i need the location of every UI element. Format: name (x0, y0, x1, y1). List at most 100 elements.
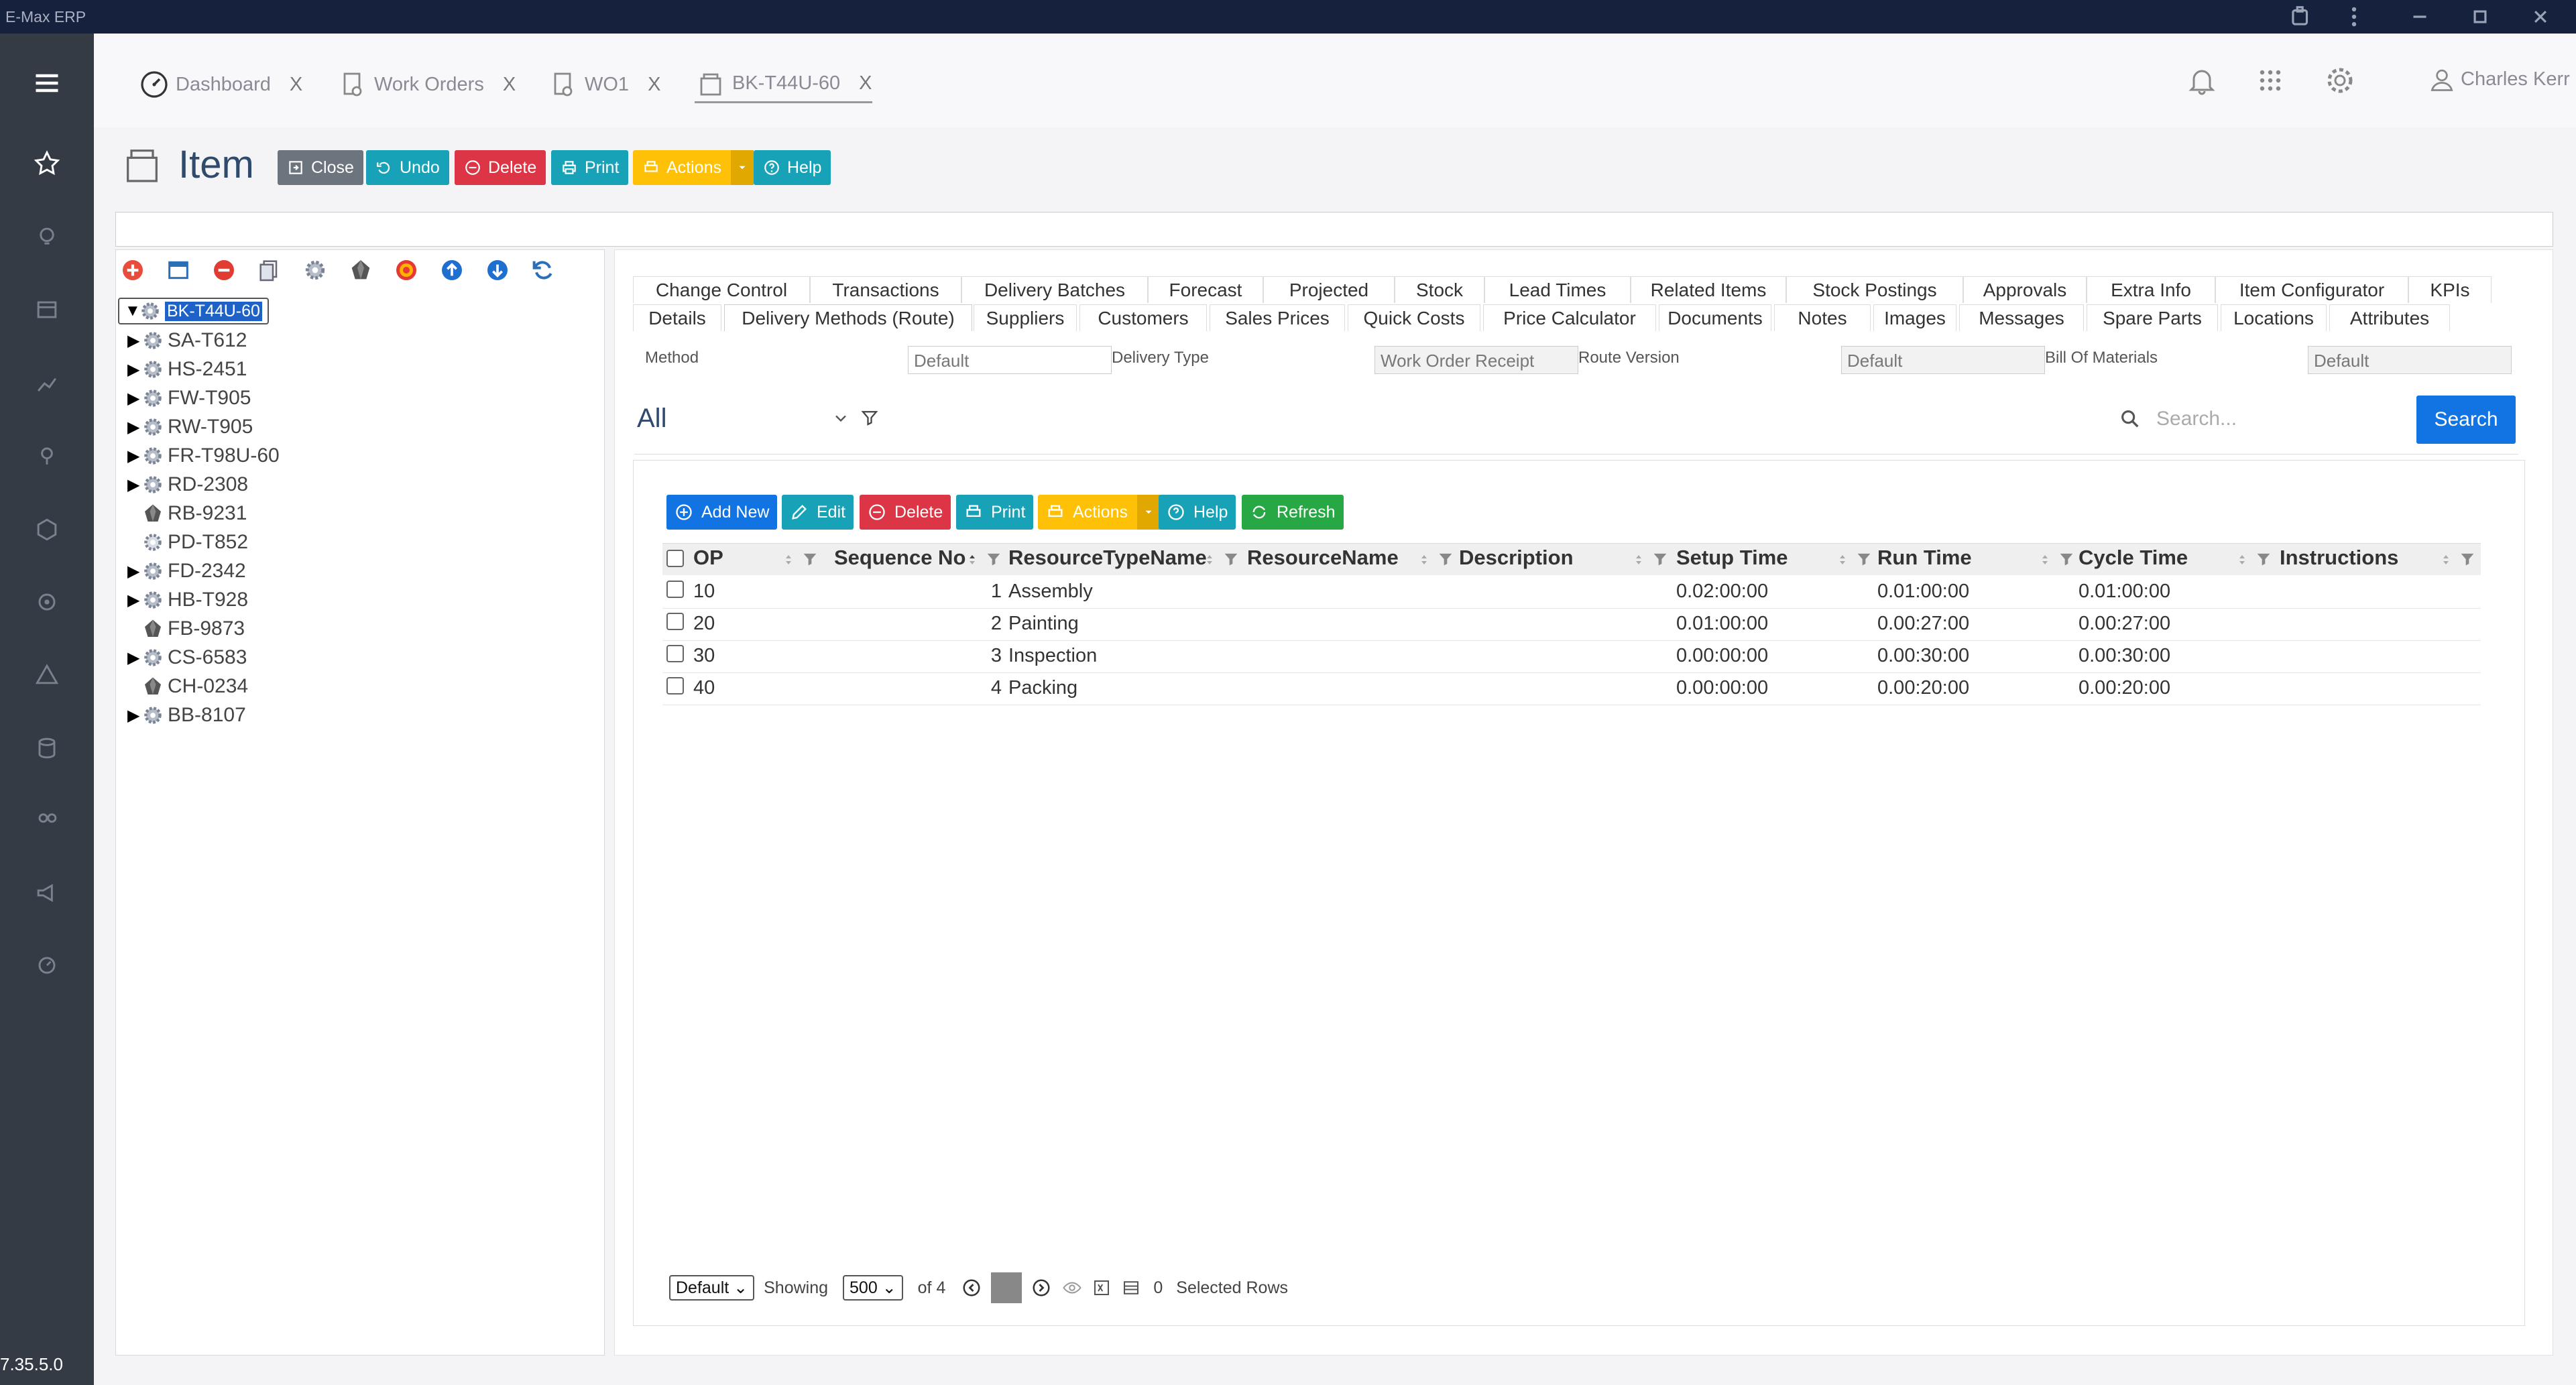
tree-node-item[interactable]: ▶ CS-6583 (127, 644, 247, 671)
detail-tab-delivery-batches[interactable]: Delivery Batches (961, 276, 1148, 303)
close-button[interactable]: Close (278, 150, 363, 185)
actions-button[interactable]: Actions (633, 150, 754, 185)
detail-tab-transactions[interactable]: Transactions (810, 276, 961, 303)
detail-tab-approvals[interactable]: Approvals (1963, 276, 2087, 303)
apps-grid-icon[interactable] (2254, 64, 2286, 97)
table-row[interactable] (662, 609, 2481, 641)
column-header-description[interactable]: Description (1459, 546, 1574, 570)
tree-node-item[interactable]: ▶ RD-2308 (127, 471, 248, 498)
detail-tab-extra-info[interactable]: Extra Info (2087, 276, 2215, 303)
detail-tab-images[interactable]: Images (1873, 304, 1956, 331)
tree-node-item[interactable]: ▶ HB-T928 (127, 587, 248, 613)
refresh-button[interactable]: Refresh (1242, 495, 1344, 530)
tab-bk-t44u-60[interactable]: BK-T44U-60 X (695, 66, 872, 103)
column-header-run-time[interactable]: Run Time (1877, 546, 1972, 570)
collapse-triangle-icon[interactable]: ▼ (125, 302, 141, 320)
people-icon[interactable] (32, 806, 62, 835)
filter-funnel-icon[interactable] (860, 408, 880, 428)
tree-node-item[interactable]: ▶ SA-T612 (127, 327, 247, 354)
help-button[interactable]: Help (754, 150, 831, 185)
tree-node-item[interactable]: RB-9231 (127, 500, 247, 527)
tree-node-item[interactable]: ▶ HS-2451 (127, 356, 247, 383)
chart-icon[interactable] (32, 369, 62, 398)
column-header-sequence-no[interactable]: Sequence No (834, 546, 965, 570)
bulb-icon[interactable] (32, 223, 62, 252)
gauge-icon[interactable] (32, 951, 62, 980)
expand-triangle-icon[interactable]: ▶ (127, 446, 141, 466)
detail-tab-item-configurator[interactable]: Item Configurator (2215, 276, 2408, 303)
favorites-star-icon[interactable] (32, 149, 62, 178)
window-icon[interactable] (165, 257, 192, 284)
move-down-icon[interactable] (484, 257, 511, 284)
sort-icon[interactable] (1416, 551, 1432, 568)
tree-node-item[interactable]: FB-9873 (127, 615, 245, 642)
detail-tab-quick-costs[interactable]: Quick Costs (1348, 304, 1480, 331)
copy-document-icon[interactable] (256, 257, 283, 284)
add-new-button[interactable]: Add New (666, 495, 778, 530)
excel-export-icon[interactable] (1092, 1278, 1112, 1298)
tab-dashboard[interactable]: Dashboard X (138, 66, 302, 103)
grid-print-button[interactable]: Print (956, 495, 1034, 530)
column-header-cycle-time[interactable]: Cycle Time (2079, 546, 2188, 570)
detail-tab-locations[interactable]: Locations (2221, 304, 2327, 331)
tab-wo1[interactable]: WO1 X (547, 66, 660, 103)
column-filter-icon[interactable] (984, 550, 1003, 568)
column-header-resourcetypename[interactable]: ResourceTypeName (1008, 546, 1207, 570)
expand-triangle-icon[interactable]: ▶ (127, 562, 141, 581)
add-node-icon[interactable] (119, 257, 146, 284)
detail-tab-delivery-methods-route-[interactable]: Delivery Methods (Route) (724, 304, 972, 331)
user-menu[interactable]: Charles Kerr (2427, 64, 2570, 94)
tab-close-icon[interactable]: X (859, 72, 872, 95)
print-button[interactable]: Print (551, 150, 629, 185)
calendar-icon[interactable] (32, 295, 62, 324)
table-row[interactable] (662, 641, 2481, 673)
expand-triangle-icon[interactable]: ▶ (127, 475, 141, 495)
detail-tab-customers[interactable]: Customers (1079, 304, 1207, 331)
tab-close-icon[interactable]: X (648, 74, 660, 96)
column-filter-icon[interactable] (2458, 550, 2477, 568)
column-header-resourcename[interactable]: ResourceName (1247, 546, 1399, 570)
column-header-setup-time[interactable]: Setup Time (1676, 546, 1788, 570)
detail-tab-projected[interactable]: Projected (1263, 276, 1395, 303)
table-row[interactable] (662, 673, 2481, 705)
expand-triangle-icon[interactable]: ▶ (127, 418, 141, 437)
settings-gear-icon[interactable] (2324, 64, 2356, 97)
row-checkbox[interactable] (666, 645, 684, 662)
warning-icon[interactable] (32, 660, 62, 689)
eye-icon[interactable] (1062, 1278, 1082, 1298)
detail-tab-stock[interactable]: Stock (1395, 276, 1484, 303)
tree-node-item[interactable]: CH-0234 (127, 673, 248, 700)
expand-triangle-icon[interactable]: ▶ (127, 591, 141, 610)
chevron-down-icon[interactable] (831, 409, 850, 428)
view-select[interactable]: Default ⌄ (669, 1275, 755, 1301)
tab-close-icon[interactable]: X (290, 74, 302, 96)
tree-node-root[interactable]: ▼ BK-T44U-60 (118, 298, 269, 324)
tab-work-orders[interactable]: Work Orders X (337, 66, 516, 103)
tree-node-item[interactable]: ▶ BB-8107 (127, 702, 246, 729)
gear-node-icon[interactable] (302, 257, 329, 284)
next-page-icon[interactable] (1031, 1278, 1051, 1298)
column-filter-icon[interactable] (2057, 550, 2076, 568)
raw-material-icon[interactable] (347, 257, 374, 284)
hamburger-menu-icon[interactable] (32, 68, 62, 98)
delete-button[interactable]: Delete (455, 150, 546, 185)
expand-triangle-icon[interactable]: ▶ (127, 331, 141, 351)
sort-icon[interactable] (2234, 551, 2250, 568)
location-icon[interactable] (32, 441, 62, 471)
column-filter-icon[interactable] (1651, 550, 1670, 568)
remove-node-icon[interactable] (211, 257, 237, 284)
tree-node-item[interactable]: ▶ FW-T905 (127, 385, 251, 412)
notifications-bell-icon[interactable] (2186, 64, 2218, 97)
filter-select[interactable]: All (637, 404, 666, 434)
detail-tab-suppliers[interactable]: Suppliers (974, 304, 1077, 331)
sort-icon[interactable] (1202, 551, 1218, 568)
undo-button[interactable]: Undo (366, 150, 449, 185)
tree-node-item[interactable]: PD-T852 (127, 529, 248, 556)
grid-help-button[interactable]: Help (1159, 495, 1236, 530)
tree-node-item[interactable]: ▶ FR-T98U-60 (127, 442, 280, 469)
restore-icon[interactable] (2467, 4, 2493, 29)
detail-tab-details[interactable]: Details (633, 304, 721, 331)
delivery-type-field[interactable]: Work Order Receipt (1374, 346, 1578, 374)
target-icon[interactable] (32, 587, 62, 617)
detail-tab-price-calculator[interactable]: Price Calculator (1483, 304, 1656, 331)
